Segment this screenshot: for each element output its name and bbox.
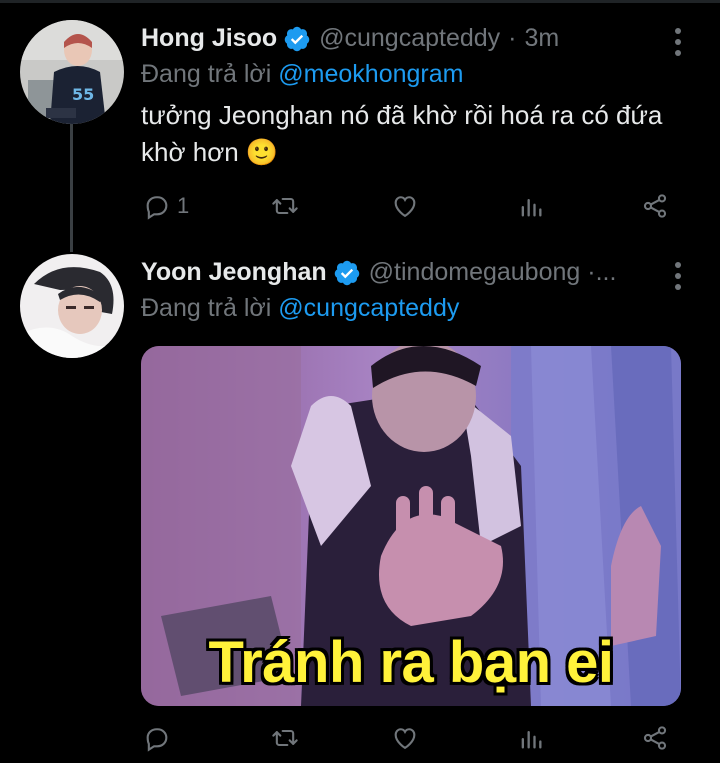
more-icon[interactable]: [672, 262, 684, 290]
author-name[interactable]: Hong Jisoo: [141, 24, 277, 53]
reply-icon: [146, 728, 168, 752]
more-icon[interactable]: [672, 28, 684, 56]
like-icon: [394, 196, 416, 218]
retweet-button[interactable]: [271, 186, 305, 226]
share-button[interactable]: [641, 718, 669, 758]
reply-prefix: Đang trả lời: [141, 60, 272, 88]
reply-icon: [146, 196, 168, 220]
time-separator: ·: [508, 24, 517, 52]
tweet-text: tưởng Jeonghan nó đã khờ rồi hoá ra có đ…: [141, 100, 663, 167]
reply-prefix: Đang trả lời: [141, 294, 272, 322]
replying-to: Đang trả lời @cungcapteddy: [141, 294, 459, 323]
retweet-icon: [272, 197, 298, 215]
avatar-yoon-jeonghan[interactable]: [20, 254, 124, 358]
retweet-button[interactable]: [271, 718, 305, 758]
author-handle[interactable]: @cungcapteddy: [319, 24, 500, 53]
share-icon: [643, 194, 667, 218]
svg-text:55: 55: [72, 85, 94, 104]
like-button[interactable]: [391, 718, 425, 758]
analytics-button[interactable]: [517, 718, 545, 758]
tweet-hong-jisoo[interactable]: 55 Hong Jisoo @cungcapteddy · 3m Đang tr…: [0, 0, 720, 252]
verified-badge-icon: [334, 260, 359, 285]
verified-badge-icon: [284, 26, 310, 51]
reply-count: 1: [177, 193, 190, 218]
author-row: Hong Jisoo @cungcapteddy · 3m: [141, 24, 559, 53]
analytics-icon: [521, 731, 542, 749]
replying-to: Đang trả lời @meokhongram: [141, 60, 463, 89]
analytics-icon: [521, 199, 542, 217]
reply-button[interactable]: 1: [143, 186, 189, 226]
avatar-hong-jisoo[interactable]: 55: [20, 20, 124, 124]
reply-mention[interactable]: @meokhongram: [278, 60, 463, 88]
thread-connector: [70, 124, 73, 252]
author-row: Yoon Jeonghan @tindomegaubong ·...: [141, 258, 616, 287]
reply-mention[interactable]: @cungcapteddy: [278, 294, 459, 322]
author-handle[interactable]: @tindomegaubong ·...: [369, 258, 617, 287]
share-button[interactable]: [641, 186, 669, 226]
like-button[interactable]: [391, 186, 425, 226]
tweet-media-image[interactable]: Tránh ra bạn ei: [141, 346, 681, 706]
reply-button[interactable]: [143, 718, 177, 758]
tweet-actions: [141, 718, 681, 758]
retweet-icon: [272, 729, 298, 747]
analytics-button[interactable]: [517, 186, 545, 226]
share-icon: [643, 726, 667, 750]
media-caption: Tránh ra bạn ei: [208, 630, 614, 695]
author-name[interactable]: Yoon Jeonghan: [141, 258, 327, 287]
tweet-time[interactable]: 3m: [525, 24, 560, 53]
tweet-actions: 1: [141, 186, 681, 226]
like-icon: [394, 728, 416, 750]
